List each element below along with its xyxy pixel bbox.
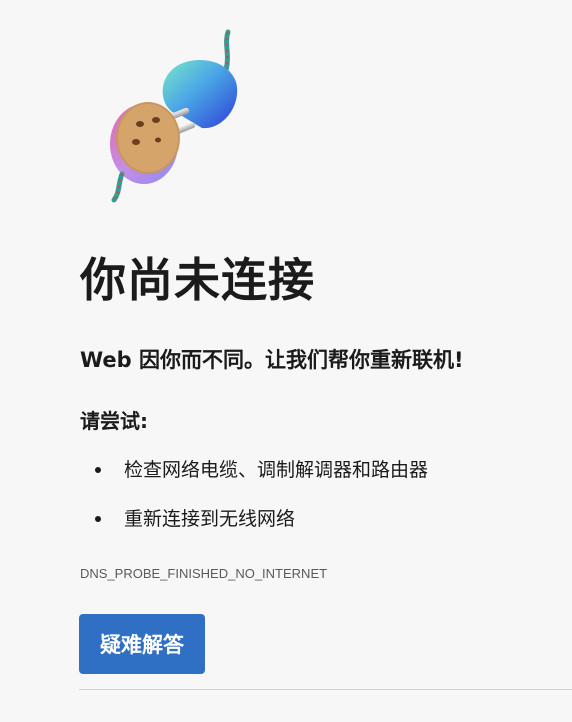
divider [79, 689, 572, 690]
error-code: DNS_PROBE_FINISHED_NO_INTERNET [80, 566, 328, 581]
page-title: 你尚未连接 [80, 253, 315, 307]
page-subtitle: Web 因你而不同。让我们帮你重新联机! [80, 348, 464, 372]
suggestion-text: 检查网络电缆、调制解调器和路由器 [124, 459, 429, 481]
suggestion-item-reconnect-wifi: 重新连接到无线网络 [80, 499, 428, 539]
troubleshoot-button[interactable]: 疑难解答 [79, 614, 205, 674]
unplugged-cable-icon [110, 29, 238, 203]
bullet-icon [95, 467, 101, 473]
suggestion-text: 重新连接到无线网络 [124, 508, 296, 530]
try-label: 请尝试: [80, 409, 148, 433]
bullet-icon [95, 516, 101, 522]
suggestion-item-check-cables: 检查网络电缆、调制解调器和路由器 [80, 450, 428, 490]
suggestion-list: 检查网络电缆、调制解调器和路由器 重新连接到无线网络 [80, 450, 428, 548]
error-page: 你尚未连接 Web 因你而不同。让我们帮你重新联机! 请尝试: 检查网络电缆、调… [0, 0, 572, 722]
